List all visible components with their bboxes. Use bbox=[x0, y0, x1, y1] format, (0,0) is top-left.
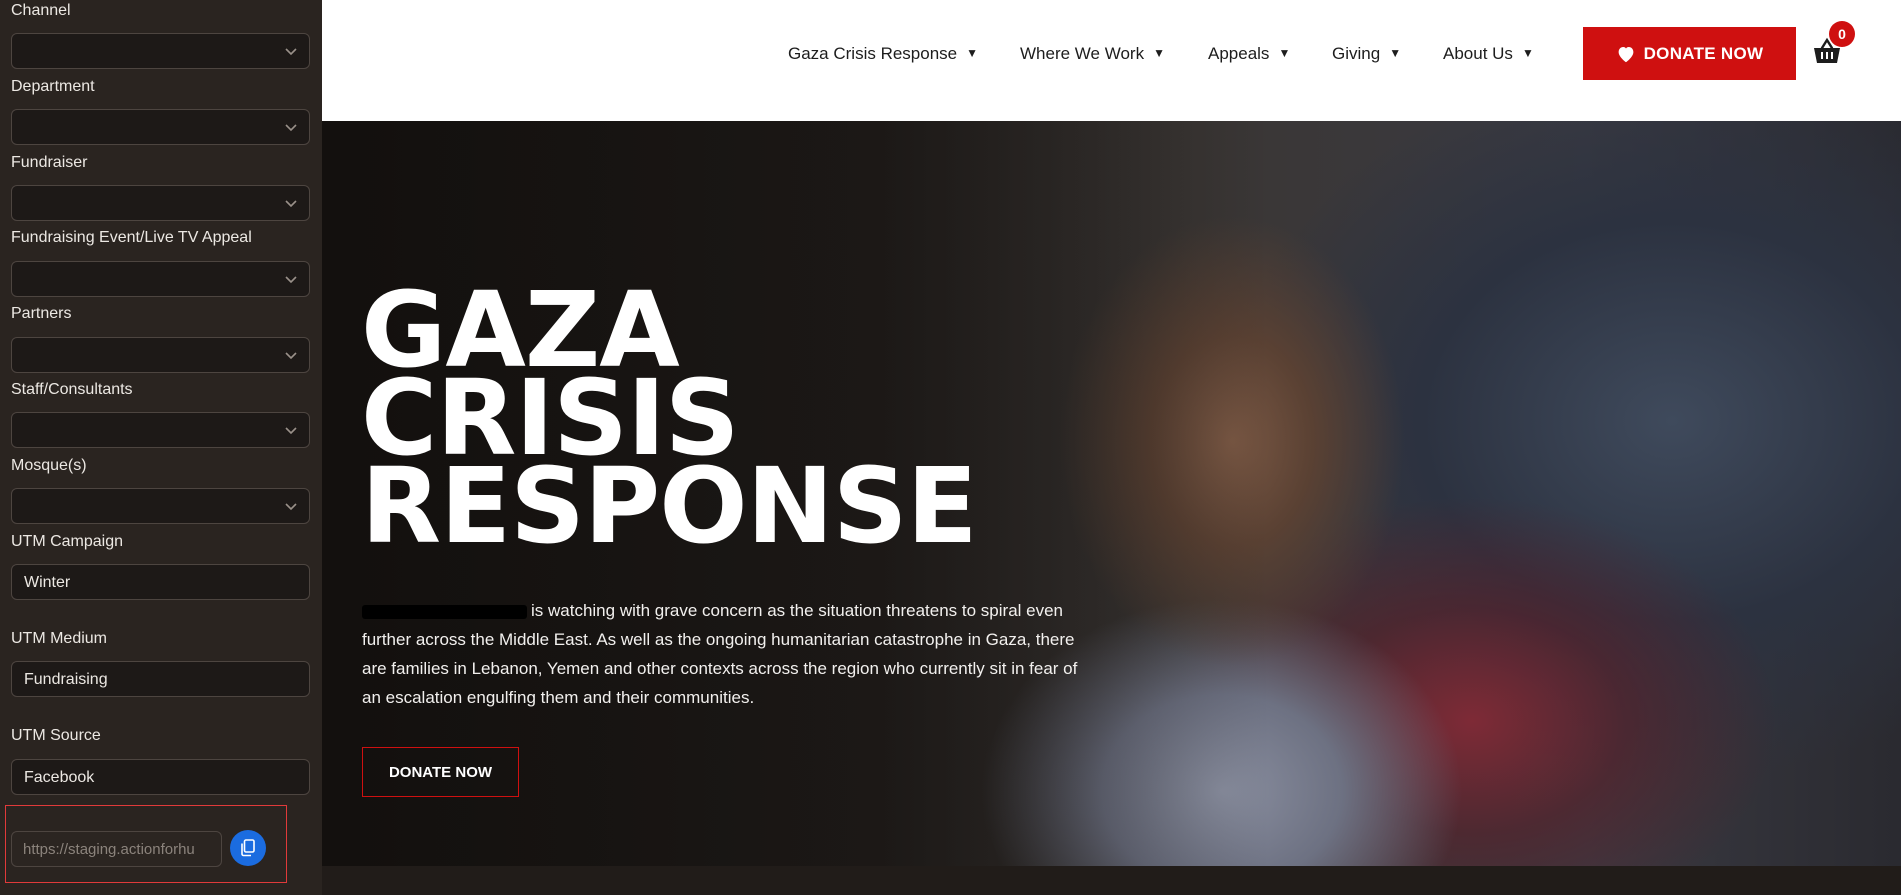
chevron-down-icon bbox=[285, 352, 297, 360]
chevron-down-icon bbox=[285, 427, 297, 435]
nav-label: Giving bbox=[1332, 44, 1381, 63]
utm-source-label: UTM Source bbox=[11, 727, 101, 744]
hero-banner: GAZA CRISIS RESPONSE is watching with gr… bbox=[322, 121, 1901, 866]
nav-label: About Us bbox=[1443, 44, 1513, 63]
staff-consultants-label: Staff/Consultants bbox=[11, 381, 133, 398]
site-header: Gaza Crisis Response ▼ Where We Work ▼ App… bbox=[322, 0, 1901, 121]
department-label: Department bbox=[11, 78, 95, 95]
nav-giving[interactable]: Giving ▼ bbox=[1332, 44, 1401, 64]
hero-title-line: RESPONSE bbox=[361, 445, 978, 567]
nav-where-we-work[interactable]: Where We Work ▼ bbox=[1020, 44, 1165, 64]
donate-label: DONATE NOW bbox=[1643, 43, 1764, 63]
channel-label: Channel bbox=[11, 2, 71, 19]
page-footer-strip bbox=[322, 866, 1901, 895]
header-donate-button[interactable]: DONATE NOW bbox=[1583, 27, 1796, 80]
fundraising-event-select[interactable] bbox=[11, 261, 310, 297]
nav-about-us[interactable]: About Us ▼ bbox=[1443, 44, 1534, 64]
utm-builder-sidebar: Channel Department Fundraiser Fundraisin… bbox=[0, 0, 322, 895]
chevron-down-icon bbox=[285, 503, 297, 511]
nav-appeals[interactable]: Appeals ▼ bbox=[1208, 44, 1290, 64]
mosques-label: Mosque(s) bbox=[11, 457, 87, 474]
redacted-text bbox=[362, 604, 527, 619]
fundraising-event-label: Fundraising Event/Live TV Appeal bbox=[11, 229, 252, 246]
nav-gaza-crisis-response[interactable]: Gaza Crisis Response ▼ bbox=[788, 44, 978, 64]
nav-label: Appeals bbox=[1208, 44, 1270, 63]
chevron-down-icon bbox=[285, 124, 297, 132]
caret-down-icon: ▼ bbox=[1521, 46, 1534, 60]
heart-icon bbox=[1618, 46, 1633, 62]
hero-donate-button[interactable]: DONATE NOW bbox=[362, 747, 519, 797]
copy-icon bbox=[241, 839, 255, 857]
hero-title: GAZA CRISIS RESPONSE bbox=[361, 278, 978, 567]
utm-medium-input[interactable]: Fundraising bbox=[11, 661, 310, 697]
generated-url-field[interactable]: https://staging.actionforhu bbox=[11, 831, 222, 867]
copy-url-button[interactable] bbox=[230, 830, 266, 866]
utm-medium-label: UTM Medium bbox=[11, 630, 108, 647]
chevron-down-icon bbox=[285, 48, 297, 56]
caret-down-icon: ▼ bbox=[966, 46, 979, 60]
channel-select[interactable] bbox=[11, 33, 310, 69]
chevron-down-icon bbox=[285, 200, 297, 208]
caret-down-icon: ▼ bbox=[1153, 46, 1165, 60]
generated-url-panel: https://staging.actionforhu bbox=[5, 805, 287, 883]
nav-label: Where We Work bbox=[1020, 44, 1145, 63]
cart-count-badge: 0 bbox=[1829, 21, 1855, 47]
hero-description: is watching with grave concern as the si… bbox=[362, 596, 1092, 712]
utm-campaign-input[interactable]: Winter bbox=[11, 564, 310, 600]
nav-label: Gaza Crisis Response bbox=[788, 44, 958, 63]
mosques-select[interactable] bbox=[11, 488, 310, 524]
chevron-down-icon bbox=[285, 276, 297, 284]
caret-down-icon: ▼ bbox=[1389, 46, 1402, 60]
utm-campaign-label: UTM Campaign bbox=[11, 533, 124, 550]
utm-source-input[interactable]: Facebook bbox=[11, 759, 310, 795]
staff-consultants-select[interactable] bbox=[11, 412, 310, 448]
fundraiser-select[interactable] bbox=[11, 185, 310, 221]
fundraiser-label: Fundraiser bbox=[11, 154, 88, 171]
caret-down-icon: ▼ bbox=[1278, 46, 1291, 60]
partners-label: Partners bbox=[11, 305, 72, 322]
department-select[interactable] bbox=[11, 109, 310, 145]
partners-select[interactable] bbox=[11, 337, 310, 373]
